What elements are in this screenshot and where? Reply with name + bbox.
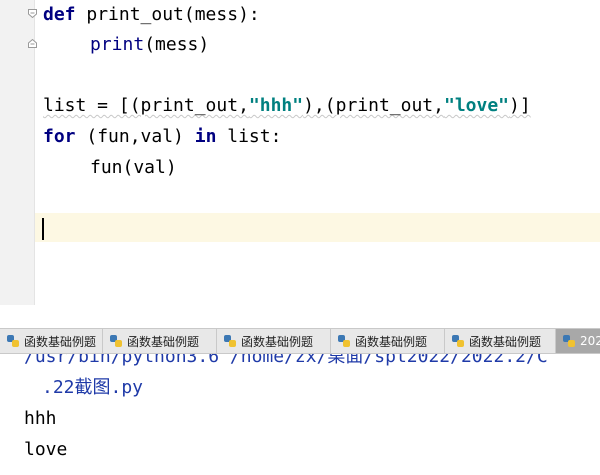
keyword: def [43,4,76,25]
tab-label: 函数基础例题 [355,334,428,349]
python-file-icon [7,335,19,347]
code-text: list: [216,126,282,147]
fold-collapse-icon[interactable] [28,9,37,18]
code-line-4[interactable]: list = [(print_out,"hhh"),(print_out,"lo… [43,94,531,118]
keyword: for [43,126,76,147]
string-literal: "hhh" [248,95,304,116]
python-file-icon [110,335,122,347]
tab-label: 函数基础例题 [127,334,200,349]
builtin-name: print [90,34,145,55]
code-text: list = [(print_out, [43,95,249,116]
python-file-icon [452,335,464,347]
code-text: fun(val) [90,157,177,178]
output-line: hhh [24,408,57,429]
run-tab-active[interactable]: 202 [556,329,600,353]
tab-label: 函数基础例题 [24,334,97,349]
python-file-icon [224,335,236,347]
code-text: ),(print_out, [303,95,444,116]
text-caret [42,218,44,240]
python-file-icon [563,335,575,347]
string-literal: "love" [443,95,510,116]
command-line-continued: .22截图.py [42,377,144,398]
code-line-6[interactable]: fun(val) [90,156,177,180]
current-line-highlight [35,213,600,242]
run-tab-1[interactable]: 函数基础例题 [0,329,103,353]
python-file-icon [338,335,350,347]
run-output-console[interactable]: /usr/bin/python3.6 /home/zx/桌面/spt2022/2… [0,354,600,475]
run-tab-3[interactable]: 函数基础例题 [217,329,331,353]
keyword: in [194,126,217,147]
run-tab-5[interactable]: 函数基础例题 [445,329,556,353]
output-line: love [24,439,68,460]
code-text: )] [509,95,531,116]
run-tab-bar: 函数基础例题 函数基础例题 函数基础例题 函数基础例题 函数基础例题 202 [0,328,600,354]
code-text: (mess) [144,34,210,55]
code-line-5[interactable]: for (fun,val) in list: [43,125,281,149]
code-line-1[interactable]: def print_out(mess): [43,3,260,27]
code-editor[interactable]: def print_out(mess): print(mess) list = … [0,0,600,305]
fold-end-icon[interactable] [28,39,37,48]
tab-label: 函数基础例题 [241,334,314,349]
code-text: (fun,val) [75,126,195,147]
code-line-2[interactable]: print(mess) [90,33,209,57]
run-tab-2[interactable]: 函数基础例题 [103,329,217,353]
tab-label: 202 [580,334,600,348]
tab-label: 函数基础例题 [469,334,542,349]
command-line: /usr/bin/python3.6 /home/zx/桌面/spt2022/2… [24,354,548,367]
code-text: print_out(mess): [75,4,260,25]
run-tab-4[interactable]: 函数基础例题 [331,329,445,353]
